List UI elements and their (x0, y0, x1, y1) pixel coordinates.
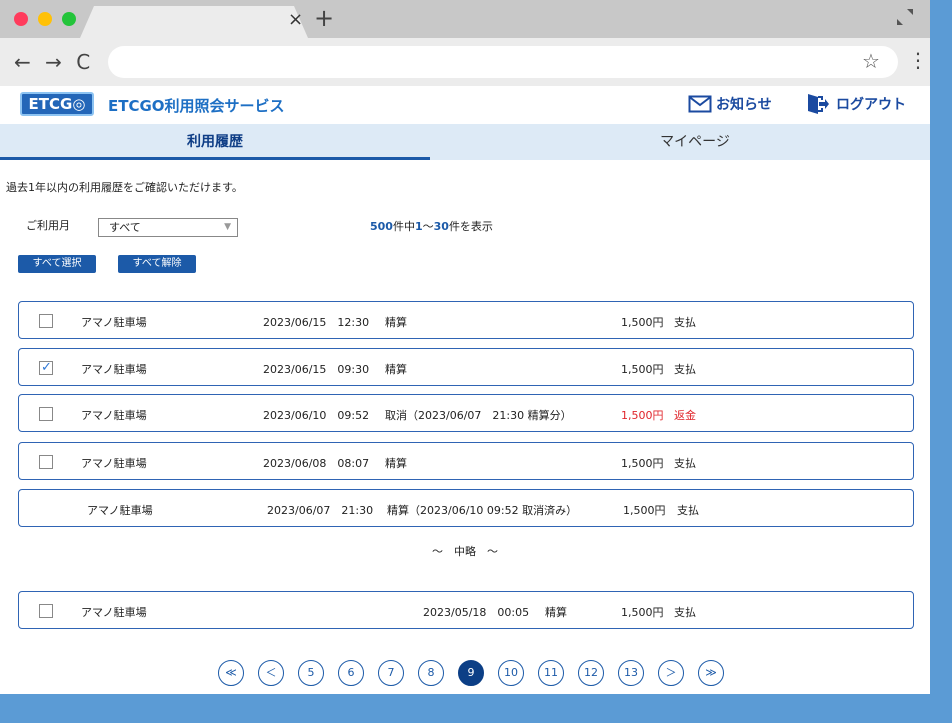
address-bar: ← → C ☆ ⋮ (0, 38, 930, 86)
notice-link[interactable]: お知らせ (688, 94, 772, 114)
page-12-button[interactable]: 12 (578, 660, 604, 686)
page-8-button[interactable]: 8 (418, 660, 444, 686)
close-window-button[interactable] (14, 12, 28, 26)
history-row: アマノ駐車場 2023/06/07 21:30 精算（2023/06/10 09… (18, 489, 914, 527)
intro-text: 過去1年以内の利用履歴をご確認いただけます。 (6, 181, 243, 194)
count-from: 1 (414, 220, 423, 233)
chevron-down-icon: ▼ (224, 222, 231, 232)
tab-my-page[interactable]: マイページ (460, 124, 930, 160)
mail-icon (688, 95, 712, 113)
row-checkbox[interactable] (39, 604, 53, 618)
page-content: ETCG◎ ETCGO利用照会サービス お知らせ ログアウト 利用履歴 マイペー… (0, 86, 930, 694)
page-13-button[interactable]: 13 (618, 660, 644, 686)
minimize-window-button[interactable] (38, 12, 52, 26)
first-page-button[interactable]: ≪ (218, 660, 244, 686)
page-10-button[interactable]: 10 (498, 660, 524, 686)
row-datetime: 2023/06/07 21:30 (267, 504, 374, 517)
next-page-button[interactable]: ＞ (658, 660, 684, 686)
count-total: 500 (370, 220, 393, 233)
row-amount: 1,500円 (621, 457, 664, 470)
row-datetime: 2023/05/18 00:05 (423, 606, 530, 619)
browser-tab[interactable] (80, 6, 308, 38)
row-checkbox[interactable] (39, 455, 53, 469)
row-status: 返金 (674, 409, 696, 422)
row-place: アマノ駐車場 (81, 457, 147, 470)
browser-tab-bar: × + (0, 0, 930, 38)
row-type: 精算 (385, 316, 407, 329)
row-place: アマノ駐車場 (87, 504, 153, 517)
logout-button[interactable]: ログアウト (806, 92, 906, 116)
main-tabs: 利用履歴 マイページ (0, 124, 930, 160)
page-6-button[interactable]: 6 (338, 660, 364, 686)
row-checkbox-checked[interactable] (39, 360, 53, 375)
history-row[interactable]: アマノ駐車場 2023/06/15 12:30 精算 1,500円 支払 (18, 301, 914, 339)
site-header: ETCG◎ ETCGO利用照会サービス お知らせ ログアウト (0, 86, 930, 124)
row-amount: 1,500円 (621, 316, 664, 329)
row-amount: 1,500円 (621, 606, 664, 619)
notice-label: お知らせ (716, 97, 772, 113)
month-filter-select[interactable]: すべて ▼ (98, 218, 238, 237)
last-page-button[interactable]: ≫ (698, 660, 724, 686)
page-7-button[interactable]: 7 (378, 660, 404, 686)
prev-page-button[interactable]: ＜ (258, 660, 284, 686)
service-title: ETCGO利用照会サービス (108, 97, 285, 115)
row-amount: 1,500円 (623, 504, 666, 517)
result-count: 500件中1〜30件を表示 (370, 218, 493, 234)
etcgo-logo[interactable]: ETCG◎ (20, 92, 94, 116)
tab-close-icon[interactable]: × (288, 9, 303, 30)
history-row[interactable]: アマノ駐車場 2023/06/08 08:07 精算 1,500円 支払 (18, 442, 914, 480)
page-5-button[interactable]: 5 (298, 660, 324, 686)
row-checkbox[interactable] (39, 314, 53, 328)
history-row[interactable]: アマノ駐車場 2023/06/15 09:30 精算 1,500円 支払 (18, 348, 914, 386)
count-suffix: 件を表示 (448, 220, 493, 233)
page-9-current[interactable]: 9 (458, 660, 484, 686)
row-type: 精算 (545, 606, 567, 619)
row-status: 支払 (674, 316, 696, 329)
page-11-button[interactable]: 11 (538, 660, 564, 686)
back-forward-reload-icons[interactable]: ← → C (14, 50, 94, 74)
row-type: 精算 (385, 457, 407, 470)
clear-all-button[interactable]: すべて解除 (118, 255, 196, 273)
month-filter-value: すべて (109, 221, 141, 234)
logout-icon (808, 94, 829, 114)
tab-usage-history[interactable]: 利用履歴 (0, 124, 430, 160)
row-type: 精算 (385, 363, 407, 376)
row-datetime: 2023/06/15 09:30 (263, 363, 370, 376)
count-mid: 件中 (392, 220, 415, 233)
fullscreen-icon[interactable] (894, 6, 916, 28)
row-place: アマノ駐車場 (81, 409, 147, 422)
row-type: 精算（2023/06/10 09:52 取消済み） (387, 504, 578, 517)
row-datetime: 2023/06/08 08:07 (263, 457, 370, 470)
row-status: 支払 (674, 363, 696, 376)
url-field[interactable] (108, 46, 898, 78)
pagination: ≪ ＜ 5 6 7 8 9 10 11 12 13 ＞ ≫ (218, 660, 724, 686)
omitted-marker: 〜 中略 〜 (432, 545, 498, 558)
row-amount: 1,500円 (621, 409, 664, 422)
row-datetime: 2023/06/10 09:52 (263, 409, 370, 422)
history-row[interactable]: アマノ駐車場 2023/05/18 00:05 精算 1,500円 支払 (18, 591, 914, 629)
count-tilde: 〜 (422, 220, 434, 233)
row-place: アマノ駐車場 (81, 316, 147, 329)
count-to: 30 (433, 220, 449, 233)
bookmark-star-icon[interactable]: ☆ (862, 49, 880, 73)
row-type: 取消（2023/06/07 21:30 精算分） (385, 409, 572, 422)
month-filter-label: ご利用月 (26, 219, 70, 232)
logout-label: ログアウト (836, 97, 906, 113)
select-all-button[interactable]: すべて選択 (18, 255, 96, 273)
browser-menu-icon[interactable]: ⋮ (908, 48, 928, 72)
history-row[interactable]: アマノ駐車場 2023/06/10 09:52 取消（2023/06/07 21… (18, 394, 914, 432)
row-amount: 1,500円 (621, 363, 664, 376)
row-status: 支払 (674, 606, 696, 619)
row-status: 支払 (674, 457, 696, 470)
row-place: アマノ駐車場 (81, 363, 147, 376)
row-datetime: 2023/06/15 12:30 (263, 316, 370, 329)
new-tab-button[interactable]: + (314, 4, 334, 32)
row-checkbox[interactable] (39, 407, 53, 421)
maximize-window-button[interactable] (62, 12, 76, 26)
row-status: 支払 (677, 504, 699, 517)
row-place: アマノ駐車場 (81, 606, 147, 619)
